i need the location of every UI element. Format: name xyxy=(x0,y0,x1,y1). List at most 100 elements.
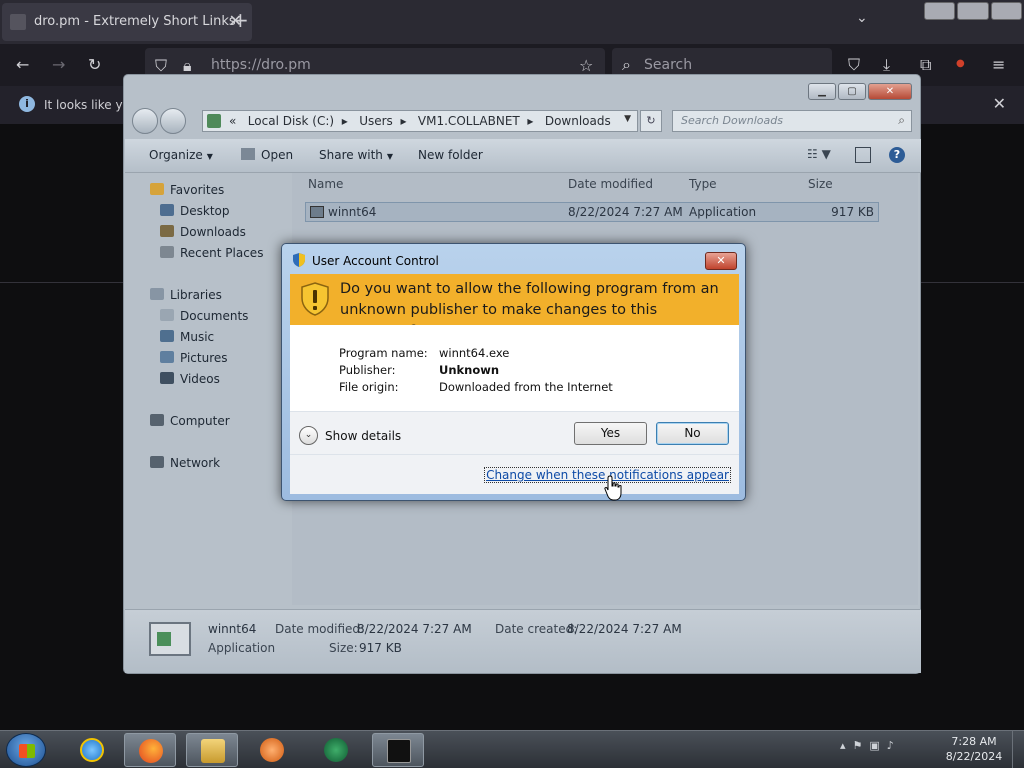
nav-item-recent-places[interactable]: Recent Places xyxy=(160,246,263,260)
explorer-close-button[interactable]: ✕ xyxy=(868,83,912,100)
nav-item-desktop[interactable]: Desktop xyxy=(160,204,230,218)
bookmark-star-icon[interactable]: ☆ xyxy=(579,56,593,75)
details-size: 917 KB xyxy=(359,641,402,655)
nav-item-label: Documents xyxy=(180,309,249,323)
breadcrumb-item[interactable]: Users xyxy=(359,114,393,128)
start-button[interactable] xyxy=(6,733,46,767)
folder-location-icon xyxy=(207,114,221,128)
file-origin-value: Downloaded from the Internet xyxy=(439,380,613,394)
nav-item-videos[interactable]: Videos xyxy=(160,372,220,386)
nav-item-computer[interactable]: Computer xyxy=(150,414,230,428)
column-header-size[interactable]: Size xyxy=(808,177,833,191)
taskbar-item-app[interactable] xyxy=(310,733,362,767)
notification-close-icon[interactable]: ✕ xyxy=(993,94,1006,113)
music-icon xyxy=(160,330,174,342)
file-row-selected[interactable]: winnt64 8/22/2024 7:27 AM Application 91… xyxy=(305,202,879,222)
explorer-search-input[interactable]: Search Downloads ⌕ xyxy=(672,110,912,132)
taskbar-item-media-player[interactable] xyxy=(246,733,298,767)
details-size-label: Size: xyxy=(329,641,358,655)
breadcrumb-item[interactable]: Downloads xyxy=(545,114,611,128)
tab-title: dro.pm - Extremely Short Links xyxy=(34,14,236,29)
info-icon: i xyxy=(19,96,35,112)
nav-item-label: Computer xyxy=(170,414,230,428)
column-header-date-modified[interactable]: Date modified xyxy=(568,177,653,191)
taskbar-item-firefox[interactable] xyxy=(124,733,176,767)
nav-item-music[interactable]: Music xyxy=(160,330,214,344)
nav-item-network[interactable]: Network xyxy=(150,456,220,470)
close-button[interactable] xyxy=(990,2,1022,20)
show-details-button[interactable]: Show details xyxy=(325,429,401,443)
system-tray-icons[interactable]: ▴ ⚑ ▣ ♪ xyxy=(840,739,894,752)
organize-button[interactable]: Organize ▼ xyxy=(149,148,213,162)
no-button[interactable]: No xyxy=(656,422,729,445)
list-all-tabs-icon[interactable]: ⌄ xyxy=(856,10,868,26)
nav-item-libraries[interactable]: Libraries xyxy=(150,288,222,302)
explorer-titlebar[interactable]: ▁ ▢ ✕ xyxy=(124,75,920,109)
preview-pane-icon[interactable] xyxy=(855,147,871,163)
uac-shield-icon xyxy=(293,253,305,267)
libraries-icon xyxy=(150,288,164,300)
uac-title: User Account Control xyxy=(312,254,439,268)
browser-window-controls xyxy=(924,2,1022,20)
computer-icon xyxy=(150,414,164,426)
addon-icon[interactable]: ● xyxy=(956,58,965,69)
nav-item-label: Libraries xyxy=(170,288,222,302)
refresh-button[interactable]: ↻ xyxy=(640,110,662,132)
taskbar-item-internet-explorer[interactable] xyxy=(66,733,118,767)
taskbar-clock[interactable]: 7:28 AM 8/22/2024 xyxy=(944,734,1004,764)
explorer-minimize-button[interactable]: ▁ xyxy=(808,83,836,100)
tracking-shield-icon[interactable]: ⛉ xyxy=(155,56,167,76)
nav-item-favorites[interactable]: Favorites xyxy=(150,183,224,197)
explorer-forward-button[interactable] xyxy=(160,108,186,134)
internet-explorer-icon xyxy=(80,738,104,762)
explorer-maximize-button[interactable]: ▢ xyxy=(838,83,866,100)
pocket-icon[interactable]: ⛉ xyxy=(848,55,860,75)
share-with-label: Share with xyxy=(319,148,383,162)
favicon-icon xyxy=(10,14,26,30)
taskbar-item-explorer[interactable] xyxy=(186,733,238,767)
change-view-icon[interactable]: ☷ ▼ xyxy=(807,147,837,163)
back-icon[interactable]: ← xyxy=(16,55,29,74)
browser-tab-active[interactable]: dro.pm - Extremely Short Links ✕ xyxy=(2,3,252,41)
explorer-back-button[interactable] xyxy=(132,108,158,134)
lock-icon[interactable]: 🔒︎ xyxy=(183,56,192,76)
column-header-name[interactable]: Name xyxy=(308,177,343,191)
explorer-window-controls: ▁ ▢ ✕ xyxy=(808,83,912,100)
reload-icon[interactable]: ↻ xyxy=(88,55,101,74)
new-folder-button[interactable]: New folder xyxy=(418,148,483,162)
minimize-button[interactable] xyxy=(924,2,956,20)
uac-close-button[interactable]: ✕ xyxy=(705,252,737,270)
taskbar-item-command-prompt[interactable] xyxy=(372,733,424,767)
open-label: Open xyxy=(261,148,294,162)
breadcrumb-item[interactable]: Local Disk (C:) xyxy=(248,114,334,128)
firefox-icon xyxy=(139,739,163,763)
share-with-button[interactable]: Share with ▼ xyxy=(319,148,393,162)
address-bar[interactable]: « Local Disk (C:) ▸ Users ▸ VM1.COLLABNE… xyxy=(202,110,638,132)
column-header-type[interactable]: Type xyxy=(689,177,717,191)
program-name-value: winnt64.exe xyxy=(439,346,510,360)
nav-item-documents[interactable]: Documents xyxy=(160,309,248,323)
forward-icon[interactable]: → xyxy=(52,55,65,74)
menu-icon[interactable]: ≡ xyxy=(992,55,1005,74)
downloads-icon[interactable]: ⤓ xyxy=(883,55,890,75)
show-details-chevron-icon[interactable]: ⌄ xyxy=(299,426,318,445)
open-button[interactable]: Open xyxy=(241,148,293,162)
nav-item-downloads[interactable]: Downloads xyxy=(160,225,246,239)
breadcrumb-item[interactable]: VM1.COLLABNET xyxy=(418,114,520,128)
details-date-created: 8/22/2024 7:27 AM xyxy=(567,622,682,636)
details-file-name: winnt64 xyxy=(208,622,257,636)
show-desktop-button[interactable] xyxy=(1012,731,1024,768)
url-text[interactable]: https://dro.pm xyxy=(211,57,311,73)
help-icon[interactable]: ? xyxy=(889,147,905,163)
nav-item-label: Desktop xyxy=(180,204,230,218)
yes-button[interactable]: Yes xyxy=(574,422,647,445)
uac-titlebar[interactable]: User Account Control ✕ xyxy=(282,244,745,274)
address-dropdown-icon[interactable]: ▼ xyxy=(624,114,631,124)
extensions-icon[interactable]: ⧉ xyxy=(920,55,931,75)
nav-item-pictures[interactable]: Pictures xyxy=(160,351,228,365)
file-name: winnt64 xyxy=(328,205,377,219)
details-date-modified-label: Date modified: xyxy=(275,622,365,636)
maximize-button[interactable] xyxy=(957,2,989,20)
new-tab-button[interactable]: + xyxy=(232,8,249,32)
clock-date: 8/22/2024 xyxy=(945,750,1003,763)
